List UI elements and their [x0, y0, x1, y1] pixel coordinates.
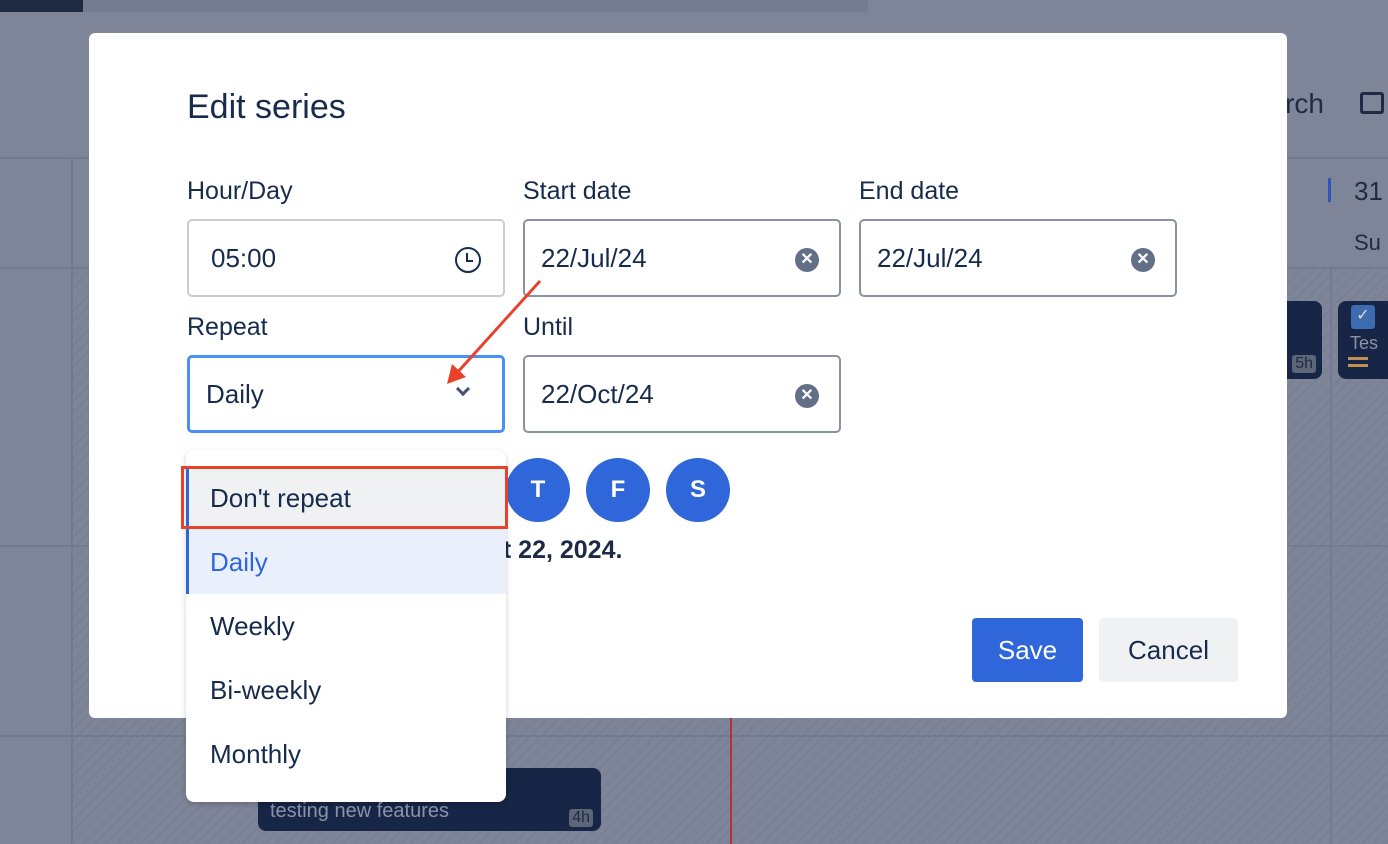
annotation-arrow	[447, 279, 542, 384]
